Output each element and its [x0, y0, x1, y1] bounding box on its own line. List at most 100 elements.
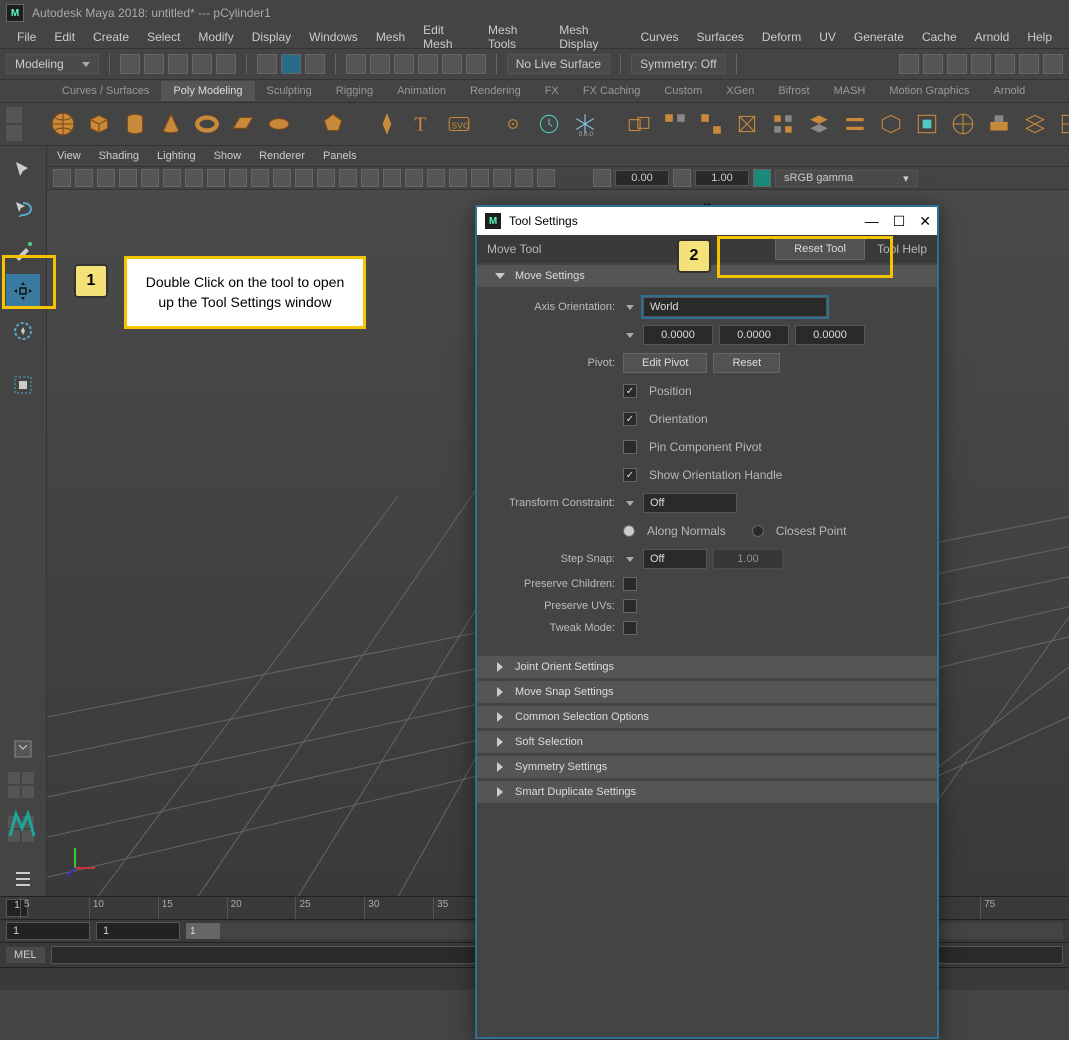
poly-sculpt-icon[interactable] — [986, 110, 1012, 138]
panel-menu-renderer[interactable]: Renderer — [259, 150, 305, 162]
shelf-tab-fxcaching[interactable]: FX Caching — [571, 81, 652, 101]
open-scene-icon[interactable] — [144, 54, 164, 74]
poly-disc-icon[interactable] — [266, 110, 292, 138]
step-snap-field[interactable]: Off — [643, 549, 707, 569]
poly-cylinder-icon[interactable] — [122, 110, 148, 138]
vp-bookmark-icon[interactable] — [75, 169, 93, 187]
symmetry-dropdown[interactable]: Symmetry: Off — [631, 54, 725, 74]
menu-deform[interactable]: Deform — [753, 30, 810, 44]
pin-component-checkbox[interactable] — [623, 440, 637, 454]
vp-smooth-shade-icon[interactable] — [339, 169, 357, 187]
save-scene-icon[interactable] — [168, 54, 188, 74]
vp-resolution-gate-icon[interactable] — [207, 169, 225, 187]
vp-film-gate-icon[interactable] — [185, 169, 203, 187]
new-scene-icon[interactable] — [120, 54, 140, 74]
dialog-maximize-icon[interactable]: ☐ — [893, 213, 906, 230]
snap-live-icon[interactable] — [442, 54, 462, 74]
menu-mesh[interactable]: Mesh — [367, 30, 414, 44]
snap-point-icon[interactable] — [394, 54, 414, 74]
menu-meshdisplay[interactable]: Mesh Display — [550, 23, 631, 51]
menu-windows[interactable]: Windows — [300, 30, 367, 44]
shelf-tab-animation[interactable]: Animation — [385, 81, 458, 101]
poly-bevel-icon[interactable] — [842, 110, 868, 138]
vp-motion-blur-icon[interactable] — [515, 169, 533, 187]
vp-safe-title-icon[interactable] — [295, 169, 313, 187]
poly-bridge-icon[interactable] — [806, 110, 832, 138]
poly-freeze-icon[interactable]: 0,0,0 — [572, 110, 598, 138]
vp-exposure-icon[interactable] — [593, 169, 611, 187]
poly-quad-icon[interactable] — [1022, 110, 1048, 138]
preserve-uvs-checkbox[interactable] — [623, 599, 637, 613]
axis-orientation-field[interactable]: World — [643, 297, 827, 317]
shelf-tab-rigging[interactable]: Rigging — [324, 81, 385, 101]
vp-gamma-value[interactable]: 1.00 — [695, 170, 749, 186]
vp-wireframe-icon[interactable] — [317, 169, 335, 187]
vp-color-mgmt-icon[interactable] — [753, 169, 771, 187]
poly-plane-icon[interactable] — [230, 110, 256, 138]
vp-gamma-icon[interactable] — [673, 169, 691, 187]
live-surface-dropdown[interactable]: No Live Surface — [507, 54, 610, 74]
dialog-close-icon[interactable]: ✕ — [919, 213, 931, 230]
shelf-tab-sculpting[interactable]: Sculpting — [255, 81, 324, 101]
poly-multicut-icon[interactable] — [878, 110, 904, 138]
shelf-tab-custom[interactable]: Custom — [652, 81, 714, 101]
shelf-tab-curves[interactable]: Curves / Surfaces — [50, 81, 161, 101]
tweak-mode-checkbox[interactable] — [623, 621, 637, 635]
menu-editmesh[interactable]: Edit Mesh — [414, 23, 479, 51]
section-common-selection[interactable]: Common Selection Options — [477, 706, 937, 729]
poly-pivot-icon[interactable] — [500, 110, 526, 138]
vp-grease-icon[interactable] — [141, 169, 159, 187]
pause-icon[interactable] — [1043, 54, 1063, 74]
poly-platonic-icon[interactable] — [320, 110, 346, 138]
layout-single-icon[interactable] — [6, 732, 40, 766]
menu-meshtools[interactable]: Mesh Tools — [479, 23, 550, 51]
poly-cube-icon[interactable] — [86, 110, 112, 138]
poly-torus-icon[interactable] — [194, 110, 220, 138]
show-orientation-checkbox[interactable] — [623, 468, 637, 482]
section-soft-selection[interactable]: Soft Selection — [477, 731, 937, 754]
range-playback-start[interactable]: 1 — [96, 922, 180, 940]
dialog-minimize-icon[interactable]: — — [865, 213, 879, 230]
outliner-button[interactable] — [6, 862, 40, 896]
vp-exposure-value[interactable]: 0.00 — [615, 170, 669, 186]
vp-gate-mask-icon[interactable] — [229, 169, 247, 187]
shelf-tab-mash[interactable]: MASH — [822, 81, 878, 101]
poly-reduce-icon[interactable] — [1058, 110, 1069, 138]
menu-surfaces[interactable]: Surfaces — [688, 30, 753, 44]
edit-pivot-button[interactable]: Edit Pivot — [623, 353, 707, 373]
panel-menu-panels[interactable]: Panels — [323, 150, 357, 162]
select-tool[interactable] — [6, 154, 40, 188]
poly-separate-icon[interactable] — [662, 110, 688, 138]
shelf-options[interactable] — [6, 103, 46, 145]
vp-colorspace-dropdown[interactable]: sRGB gamma▾ — [775, 170, 918, 187]
snap-curve-icon[interactable] — [370, 54, 390, 74]
poly-sphere-icon[interactable] — [50, 110, 76, 138]
poly-combine-icon[interactable] — [626, 110, 652, 138]
panel-menu-lighting[interactable]: Lighting — [157, 150, 196, 162]
menu-curves[interactable]: Curves — [632, 30, 688, 44]
menu-create[interactable]: Create — [84, 30, 138, 44]
poly-superellipse-icon[interactable] — [374, 110, 400, 138]
vp-select-camera-icon[interactable] — [53, 169, 71, 187]
shelf-tab-xgen[interactable]: XGen — [714, 81, 766, 101]
redo-icon[interactable] — [216, 54, 236, 74]
layout-four-button[interactable] — [8, 772, 38, 798]
menu-file[interactable]: File — [8, 30, 45, 44]
poly-boolean-icon[interactable] — [734, 110, 760, 138]
vp-ao-icon[interactable] — [493, 169, 511, 187]
shelf-tab-arnold[interactable]: Arnold — [981, 81, 1037, 101]
shelf-tab-fx[interactable]: FX — [533, 81, 571, 101]
vp-2d-pan-icon[interactable] — [119, 169, 137, 187]
poly-extrude-icon[interactable] — [770, 110, 796, 138]
menu-edit[interactable]: Edit — [45, 30, 84, 44]
scale-tool[interactable] — [6, 368, 40, 402]
step-dropdown-caret-icon[interactable] — [623, 552, 637, 566]
orientation-checkbox[interactable] — [623, 412, 637, 426]
vp-shadows-icon[interactable] — [383, 169, 401, 187]
menu-select[interactable]: Select — [138, 30, 189, 44]
select-component-icon[interactable] — [305, 54, 325, 74]
shelf-tab-mograph[interactable]: Motion Graphics — [877, 81, 981, 101]
coords-dropdown-caret-icon[interactable] — [623, 328, 637, 342]
playblast-icon[interactable] — [1019, 54, 1039, 74]
snap-plane-icon[interactable] — [418, 54, 438, 74]
